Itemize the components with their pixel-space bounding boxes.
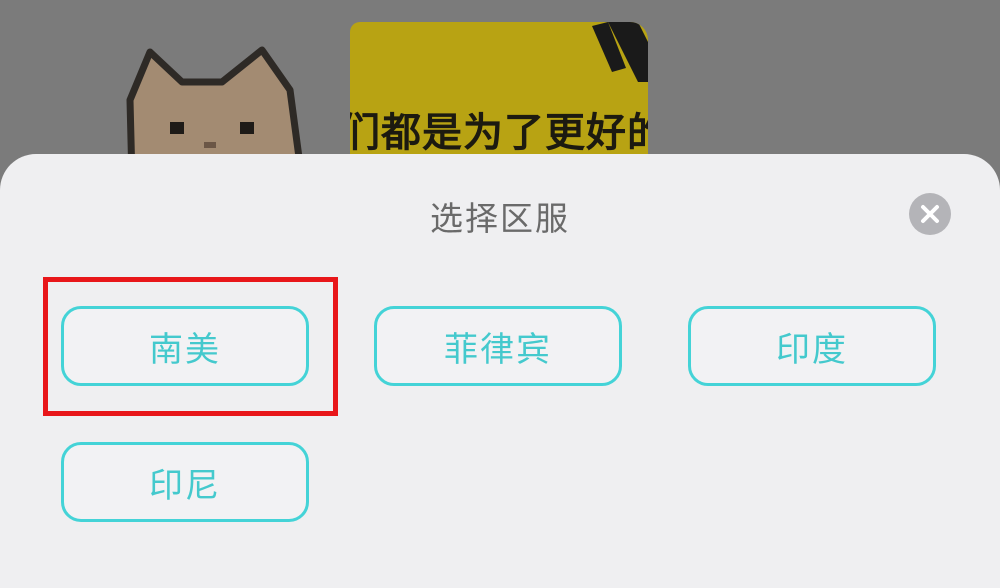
region-button-indonesia[interactable]: 印尼 [61, 442, 309, 522]
region-button-philippines[interactable]: 菲律宾 [374, 306, 622, 386]
close-button[interactable] [909, 193, 951, 235]
region-button-south-america[interactable]: 南美 [61, 306, 309, 386]
poster-image: 们都是为了更好的 传播冒行！ [350, 22, 648, 167]
region-select-sheet: 选择区服 南美 菲律宾 印度 印尼 [0, 154, 1000, 588]
close-icon [921, 205, 939, 223]
sheet-title: 选择区服 [430, 199, 570, 238]
poster-stripe-graphic [592, 22, 648, 82]
region-button-india[interactable]: 印度 [688, 306, 936, 386]
